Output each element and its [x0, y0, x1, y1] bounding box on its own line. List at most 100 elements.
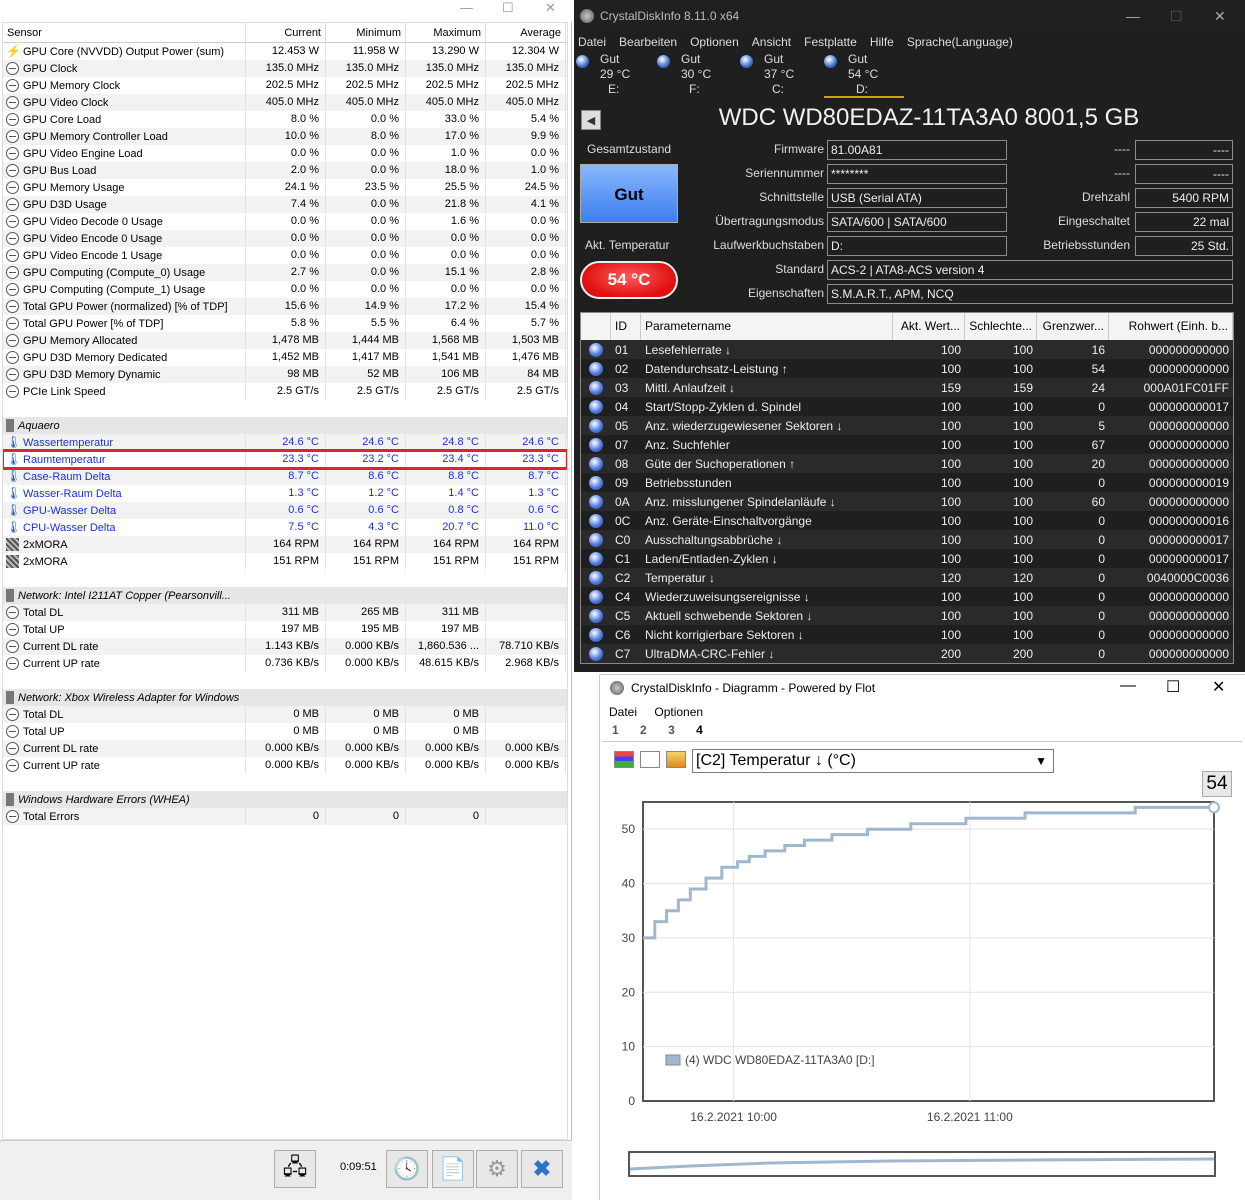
col-current[interactable]: Current — [246, 23, 326, 42]
tab-2[interactable]: 2 — [640, 723, 647, 737]
sensor-row[interactable]: Current UP rate 0.736 KB/s 0.000 KB/s 48.61… — [3, 655, 567, 672]
sensor-row[interactable]: PCIe Link Speed 2.5 GT/s 2.5 GT/s 2.5 GT/s 2… — [3, 383, 567, 400]
menu-festplatte[interactable]: Festplatte — [804, 32, 857, 52]
col-id[interactable]: ID — [611, 313, 641, 340]
log-button[interactable]: 📄 — [432, 1150, 474, 1188]
drive-c[interactable]: Gut 37 °C C: — [740, 52, 820, 98]
sensor-group-row[interactable]: Windows Hardware Errors (WHEA) — [3, 791, 567, 808]
sensor-row[interactable]: GPU D3D Usage 7.4 % 0.0 % 21.8 % 4.1 % — [3, 196, 567, 213]
drive-d[interactable]: Gut 54 °C D: — [824, 52, 904, 98]
sensor-group-row[interactable]: Network: Intel I211AT Copper (Pearsonvil… — [3, 587, 567, 604]
smart-row[interactable]: 02 Datendurchsatz-Leistung ↑ 100 100 54 00000… — [581, 359, 1233, 378]
temperature-badge[interactable]: 54 °C — [580, 261, 678, 299]
sensor-row[interactable]: 2xMORA 151 RPM 151 RPM 151 RPM 151 RPM — [3, 553, 567, 570]
menu-bearbeiten[interactable]: Bearbeiten — [619, 32, 677, 52]
sensor-row[interactable]: GPU D3D Memory Dedicated 1,452 MB 1,417 MB… — [3, 349, 567, 366]
sensor-row[interactable]: Total GPU Power [% of TDP] 5.8 % 5.5 % 6.4 … — [3, 315, 567, 332]
tab-4[interactable]: 4 — [696, 723, 703, 737]
col-threshold[interactable]: Grenzwer... — [1037, 313, 1109, 340]
sensor-row[interactable]: 🌡 Wasser-Raum Delta 1.3 °C 1.2 °C 1.4 °C 1.3 … — [3, 485, 567, 502]
smart-row[interactable]: 04 Start/Stopp-Zyklen d. Spindel 100 100 0 00… — [581, 397, 1233, 416]
attribute-select[interactable]: [C2] Temperatur ↓ (°C) ▼ — [692, 749, 1054, 773]
col-raw[interactable]: Rohwert (Einh. b... — [1109, 313, 1233, 340]
smart-row[interactable]: C1 Laden/Entladen-Zyklen ↓ 100 100 0 00000000… — [581, 549, 1233, 568]
menu-optionen[interactable]: Optionen — [690, 32, 739, 52]
sensor-row[interactable]: GPU Memory Usage 24.1 % 23.5 % 25.5 % 24.5 % — [3, 179, 567, 196]
close-icon[interactable]: ✕ — [1212, 677, 1225, 697]
smart-row[interactable]: C5 Aktuell schwebende Sektoren ↓ 100 100 0 00… — [581, 606, 1233, 625]
sensor-row[interactable]: ⚡ GPU Core (NVVDD) Output Power (sum) 12.4… — [3, 43, 567, 60]
col-sensor[interactable]: Sensor — [3, 23, 246, 42]
sensor-row[interactable]: GPU Memory Controller Load 10.0 % 8.0 % 17.… — [3, 128, 567, 145]
smart-row[interactable]: 09 Betriebsstunden 100 100 0 000000000019 — [581, 473, 1233, 492]
menu-hilfe[interactable]: Hilfe — [870, 32, 894, 52]
sensor-row[interactable]: GPU Video Clock 405.0 MHz 405.0 MHz 405.0 M… — [3, 94, 567, 111]
sensor-row[interactable]: GPU Core Load 8.0 % 0.0 % 33.0 % 5.4 % — [3, 111, 567, 128]
settings-chart-icon[interactable] — [666, 751, 686, 768]
sensor-row[interactable]: GPU Video Decode 0 Usage 0.0 % 0.0 % 1.6 % 0… — [3, 213, 567, 230]
sensor-row[interactable]: 🌡 GPU-Wasser Delta 0.6 °C 0.6 °C 0.8 °C 0.6 °… — [3, 502, 567, 519]
chart-color-icon[interactable] — [614, 751, 634, 768]
sensor-row[interactable]: GPU Video Encode 1 Usage 0.0 % 0.0 % 0.0 % 0… — [3, 247, 567, 264]
sensor-group-row[interactable]: Network: Xbox Wireless Adapter for Windo… — [3, 689, 567, 706]
menu-ansicht[interactable]: Ansicht — [752, 32, 791, 52]
drive-e[interactable]: Gut 29 °C E: — [576, 52, 656, 98]
menu-datei[interactable]: Datei — [578, 32, 606, 52]
settings-button[interactable]: ⚙ — [476, 1150, 518, 1188]
close-icon[interactable]: ✕ — [545, 0, 556, 16]
maximize-icon[interactable]: ☐ — [1170, 8, 1183, 25]
col-minimum[interactable]: Minimum — [326, 23, 406, 42]
tab-3[interactable]: 3 — [668, 723, 675, 737]
smart-row[interactable]: 0C Anz. Geräte-Einschaltvorgänge 100 100 0 00… — [581, 511, 1233, 530]
sensor-row[interactable]: Current DL rate 0.000 KB/s 0.000 KB/s 0.000… — [3, 740, 567, 757]
sensor-row[interactable]: GPU Bus Load 2.0 % 0.0 % 18.0 % 1.0 % — [3, 162, 567, 179]
sensor-row[interactable]: 🌡 CPU-Wasser Delta 7.5 °C 4.3 °C 20.7 °C 11.0… — [3, 519, 567, 536]
smart-row[interactable]: 05 Anz. wiederzugewiesener Sektoren ↓ 100 1… — [581, 416, 1233, 435]
clock-button[interactable]: 🕓 — [386, 1150, 428, 1188]
smart-row[interactable]: C2 Temperatur ↓ 120 120 0 0040000C0036 — [581, 568, 1233, 587]
sensor-row[interactable]: Current DL rate 1.143 KB/s 0.000 KB/s 1,860… — [3, 638, 567, 655]
maximize-icon[interactable]: ☐ — [502, 0, 514, 16]
sensor-row[interactable]: GPU Video Engine Load 0.0 % 0.0 % 1.0 % 0.0 … — [3, 145, 567, 162]
sensor-row[interactable]: GPU Memory Allocated 1,478 MB 1,444 MB 1,56… — [3, 332, 567, 349]
close-icon[interactable]: ✕ — [1214, 8, 1226, 25]
smart-row[interactable]: C4 Wiederzuweisungsereignisse ↓ 100 100 0 000… — [581, 587, 1233, 606]
col-status[interactable] — [581, 313, 611, 340]
sensor-row[interactable]: Current UP rate 0.000 KB/s 0.000 KB/s 0.000… — [3, 757, 567, 774]
col-parameter[interactable]: Parametername — [641, 313, 893, 340]
smart-row[interactable]: 01 Lesefehlerrate ↓ 100 100 16 000000000000 — [581, 340, 1233, 359]
minimize-icon[interactable]: — — [460, 0, 473, 15]
sensor-row[interactable]: Total UP 0 MB 0 MB 0 MB — [3, 723, 567, 740]
smart-row[interactable]: C0 Ausschaltungsabbrüche ↓ 100 100 0 00000000… — [581, 530, 1233, 549]
sensor-row[interactable]: Total Errors 0 0 0 — [3, 808, 567, 825]
health-status-button[interactable]: Gut — [580, 164, 678, 223]
sensor-row[interactable]: 2xMORA 164 RPM 164 RPM 164 RPM 164 RPM — [3, 536, 567, 553]
overview-chart[interactable] — [628, 1151, 1216, 1177]
close-button[interactable]: ✖ — [521, 1150, 563, 1188]
menu-optionen[interactable]: Optionen — [654, 705, 703, 719]
sensor-row[interactable]: GPU Memory Clock 202.5 MHz 202.5 MHz 202.5 … — [3, 77, 567, 94]
col-worst[interactable]: Schlechte... — [965, 313, 1037, 340]
minimize-icon[interactable]: — — [1120, 677, 1136, 695]
sensor-row[interactable]: Total DL 0 MB 0 MB 0 MB — [3, 706, 567, 723]
maximize-icon[interactable]: ☐ — [1166, 677, 1180, 697]
sensor-row[interactable]: GPU Clock 135.0 MHz 135.0 MHz 135.0 MHz 135.… — [3, 60, 567, 77]
col-maximum[interactable]: Maximum — [406, 23, 486, 42]
smart-row[interactable]: 08 Güte der Suchoperationen ↑ 100 100 20 0000… — [581, 454, 1233, 473]
network-button[interactable]: 🖧 — [274, 1150, 316, 1188]
tab-1[interactable]: 1 — [612, 723, 619, 737]
previous-drive-button[interactable]: ◀ — [581, 110, 601, 130]
smart-row[interactable]: 07 Anz. Suchfehler 100 100 67 000000000000 — [581, 435, 1233, 454]
sensor-row[interactable]: 🌡 Raumtemperatur 23.3 °C 23.2 °C 23.4 °C 23.3… — [3, 449, 567, 470]
sensor-group-row[interactable]: Aquaero — [3, 417, 567, 434]
smart-row[interactable]: 03 Mittl. Anlaufzeit ↓ 159 159 24 000A01FC01F… — [581, 378, 1233, 397]
sensor-row[interactable]: GPU D3D Memory Dynamic 98 MB 52 MB 106 MB 84… — [3, 366, 567, 383]
sensor-row[interactable]: 🌡 Wassertemperatur 24.6 °C 24.6 °C 24.8 °C 24… — [3, 434, 567, 451]
minimize-icon[interactable]: — — [1126, 8, 1140, 24]
smart-row[interactable]: C7 UltraDMA-CRC-Fehler ↓ 200 200 0 0000000000… — [581, 644, 1233, 663]
col-current[interactable]: Akt. Wert... — [893, 313, 965, 340]
sensor-row[interactable]: Total GPU Power (normalized) [% of TDP] 1… — [3, 298, 567, 315]
menu-sprache[interactable]: Sprache(Language) — [907, 32, 1013, 52]
sensor-row[interactable]: Total UP 197 MB 195 MB 197 MB — [3, 621, 567, 638]
smart-row[interactable]: 0A Anz. misslungener Spindelanläufe ↓ 100 1… — [581, 492, 1233, 511]
